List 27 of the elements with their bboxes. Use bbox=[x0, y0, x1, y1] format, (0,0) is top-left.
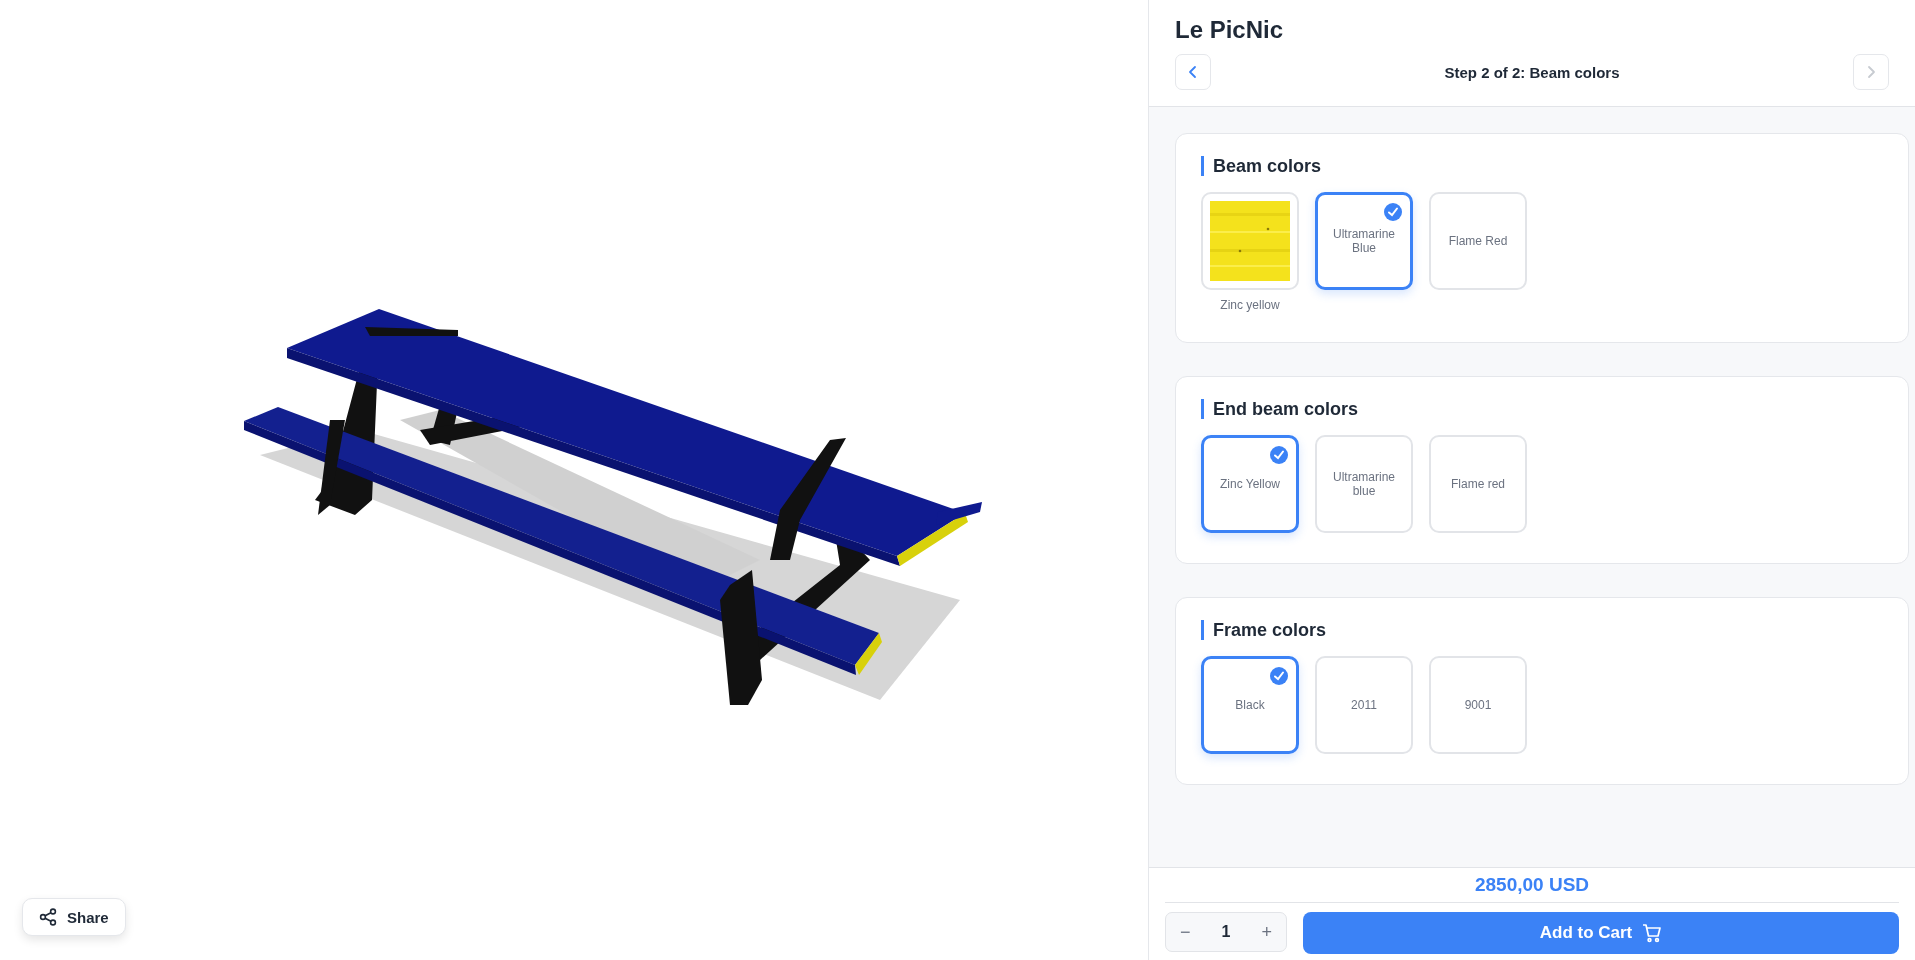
share-icon bbox=[39, 908, 57, 926]
step-label: Step 2 of 2: Beam colors bbox=[1444, 63, 1620, 81]
product-title: Le PicNic bbox=[1175, 16, 1285, 44]
section-title: Beam colors bbox=[1201, 156, 1883, 176]
swatch-label: Zinc yellow bbox=[1220, 298, 1280, 312]
color-option[interactable]: 2011 bbox=[1315, 656, 1413, 754]
color-option[interactable]: Black bbox=[1201, 656, 1299, 754]
decrease-button[interactable]: − bbox=[1174, 921, 1197, 943]
color-option[interactable]: 9001 bbox=[1429, 656, 1527, 754]
color-option[interactable]: Flame Red bbox=[1429, 192, 1527, 290]
color-option[interactable]: Zinc Yellow bbox=[1201, 435, 1299, 533]
checkmark-icon bbox=[1270, 446, 1288, 464]
color-option[interactable]: Ultramarine blue bbox=[1315, 435, 1413, 533]
checkmark-icon bbox=[1270, 667, 1288, 685]
section-title: End beam colors bbox=[1201, 399, 1883, 419]
color-option[interactable]: Flame red bbox=[1429, 435, 1527, 533]
cart-icon bbox=[1642, 923, 1663, 943]
checkmark-icon bbox=[1384, 203, 1402, 221]
share-button[interactable]: Share bbox=[22, 898, 126, 936]
section-title: Frame colors bbox=[1201, 620, 1883, 640]
add-to-cart-button[interactable]: Add to Cart bbox=[1303, 912, 1899, 954]
increase-button[interactable]: + bbox=[1255, 921, 1278, 943]
previous-step-button[interactable] bbox=[1175, 54, 1211, 90]
color-option[interactable]: Ultramarine Blue bbox=[1315, 192, 1413, 290]
quantity-value: 1 bbox=[1221, 923, 1231, 941]
color-swatch[interactable] bbox=[1201, 192, 1299, 290]
price: 2850,00 USD bbox=[1165, 874, 1899, 903]
